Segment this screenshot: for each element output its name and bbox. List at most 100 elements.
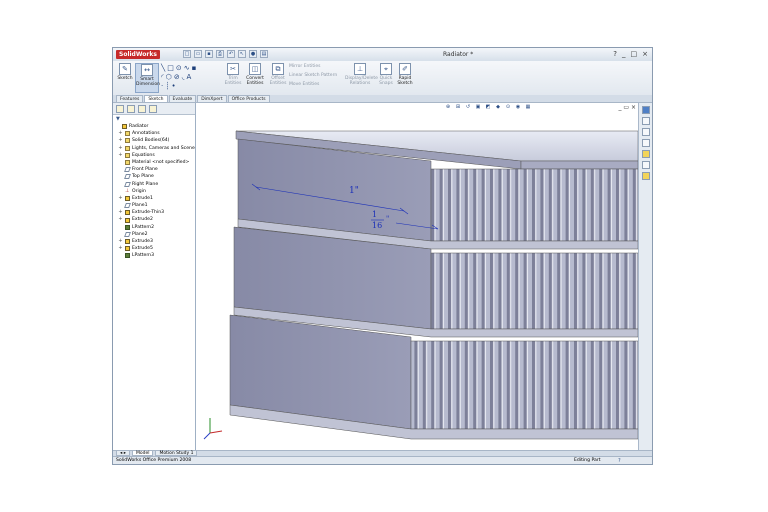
maximize-icon[interactable]: □ xyxy=(631,50,638,58)
help-icon[interactable]: ? xyxy=(613,50,617,58)
smart-dimension-button[interactable]: ↔ Smart Dimension xyxy=(135,63,160,93)
expand-toggle[interactable]: + xyxy=(118,130,123,137)
resources-icon[interactable] xyxy=(642,106,650,114)
undo-icon[interactable]: ↶ xyxy=(227,50,235,58)
construction-icon[interactable]: · xyxy=(161,82,163,91)
feature-tree: Radiator xyxy=(113,123,195,130)
tree-item[interactable]: ⊥ Origin xyxy=(118,188,195,195)
appearances-icon[interactable] xyxy=(642,161,650,169)
property-manager-icon[interactable] xyxy=(127,105,135,113)
expand-toggle[interactable]: + xyxy=(118,145,123,152)
quick-snaps-button[interactable]: ⌖ Quick Snaps xyxy=(378,63,394,86)
trim-icon: ✂ xyxy=(227,63,239,75)
graphics-area[interactable]: ⊕ ⊞ ↺ ▣ ◩ ◆ ⊙ ◉ ▦ _ ▭ × 1" 1 16 " xyxy=(196,103,638,450)
feature-tree-icon[interactable] xyxy=(116,105,124,113)
dimension-label-2-numerator[interactable]: 1 xyxy=(372,210,377,219)
linear-pattern-button[interactable]: Linear Sketch Pattern xyxy=(289,73,337,78)
move-entities-button[interactable]: Move Entities xyxy=(289,82,319,87)
tree-item[interactable]: Right Plane xyxy=(118,181,195,188)
spline-icon[interactable]: ∿ xyxy=(184,64,190,73)
offset-entities-button[interactable]: ⧉ Offset Entities xyxy=(268,63,288,86)
dimension-label-1[interactable]: 1" xyxy=(349,186,359,196)
minimize-icon[interactable]: _ xyxy=(622,50,626,58)
expand-toggle[interactable]: + xyxy=(118,245,123,252)
circle-icon[interactable]: ⊙ xyxy=(176,64,182,73)
quick-snaps-icon: ⌖ xyxy=(380,63,392,75)
search-icon[interactable] xyxy=(642,139,650,147)
tab-sketch[interactable]: Sketch xyxy=(144,95,168,102)
print-icon[interactable]: ⎙ xyxy=(216,50,224,58)
arc-icon[interactable]: ◜ xyxy=(161,73,164,82)
plane-icon xyxy=(124,181,131,187)
expand-toggle[interactable]: + xyxy=(118,195,123,202)
close-icon[interactable]: × xyxy=(642,50,648,58)
tree-item[interactable]: + Extrude2 xyxy=(118,216,195,223)
feature-tree-items: + Annotations + Solid Bodies(64) + Lights, Ca… xyxy=(113,130,195,259)
tree-item[interactable]: Plane2 xyxy=(118,231,195,238)
dimension-label-2-unit[interactable]: " xyxy=(386,215,389,223)
tree-item[interactable]: + Extrude3 xyxy=(118,238,195,245)
dimxpert-manager-icon[interactable] xyxy=(149,105,157,113)
sketch-button[interactable]: ✎ Sketch xyxy=(116,63,134,81)
design-library-icon[interactable] xyxy=(642,117,650,125)
centerline-icon[interactable]: ┊ xyxy=(165,82,169,91)
status-help-icon[interactable]: ? xyxy=(618,458,621,464)
tree-item[interactable]: + Equations xyxy=(118,152,195,159)
display-relations-button[interactable]: ⊥ Display/Delete Relations xyxy=(345,63,378,86)
tree-item-label: LPattern2 xyxy=(132,224,155,230)
tree-item[interactable]: LPattern2 xyxy=(118,224,195,231)
tree-item[interactable]: Material <not specified> xyxy=(118,159,195,166)
rebuild-icon[interactable]: ● xyxy=(249,50,257,58)
rapid-sketch-button[interactable]: ✐ Rapid Sketch xyxy=(397,63,413,86)
tab-evaluate[interactable]: Evaluate xyxy=(168,95,197,102)
task-pane xyxy=(638,103,652,450)
expand-toggle[interactable]: + xyxy=(118,152,123,159)
tab-office-products[interactable]: Office Products xyxy=(227,95,270,102)
open-icon[interactable]: ▭ xyxy=(194,50,202,58)
tree-item-label: Front Plane xyxy=(132,167,158,173)
fillet-icon[interactable]: ◟ xyxy=(182,73,185,82)
expand-toggle[interactable]: + xyxy=(118,216,123,223)
configuration-manager-icon[interactable] xyxy=(138,105,146,113)
expand-toggle[interactable]: + xyxy=(118,238,123,245)
custom-properties-icon[interactable] xyxy=(642,172,650,180)
trim-entities-button[interactable]: ✂ Trim Entities xyxy=(223,63,243,86)
dimension-label-2-denominator[interactable]: 16 xyxy=(372,221,382,230)
tree-root[interactable]: Radiator xyxy=(115,123,195,130)
tab-dimxpert[interactable]: DimXpert xyxy=(197,95,227,102)
save-icon[interactable]: ▪ xyxy=(205,50,213,58)
point-icon[interactable]: ▪ xyxy=(192,64,197,73)
tree-item[interactable]: + Annotations xyxy=(118,130,195,137)
ellipse-icon[interactable]: ⊘ xyxy=(174,73,180,82)
options-icon[interactable]: ▤ xyxy=(260,50,268,58)
convert-icon: ◫ xyxy=(249,63,261,75)
polygon-icon[interactable]: ⬡ xyxy=(166,73,172,82)
tree-item[interactable]: Front Plane xyxy=(118,166,195,173)
annotations-icon xyxy=(125,131,130,137)
lights-icon xyxy=(125,145,130,151)
tree-item[interactable]: Plane1 xyxy=(118,202,195,209)
solidworks-logo[interactable]: SolidWorks xyxy=(116,50,160,59)
tab-features[interactable]: Features xyxy=(116,95,144,102)
file-explorer-icon[interactable] xyxy=(642,128,650,136)
tree-item[interactable]: LPattern3 xyxy=(118,252,195,259)
tree-item[interactable]: + Lights, Cameras and Scene xyxy=(118,145,195,152)
expand-toggle[interactable]: + xyxy=(118,209,123,216)
tree-item[interactable]: Top Plane xyxy=(118,173,195,180)
text-icon[interactable]: A xyxy=(186,73,191,82)
tree-item-label: Top Plane xyxy=(132,174,154,180)
view-palette-icon[interactable] xyxy=(642,150,650,158)
rectangle-icon[interactable]: □ xyxy=(167,64,174,73)
convert-entities-button[interactable]: ◫ Convert Entities xyxy=(244,63,266,86)
expand-toggle[interactable]: + xyxy=(118,137,123,144)
tree-item[interactable]: + Extrude1 xyxy=(118,195,195,202)
new-icon[interactable]: □ xyxy=(183,50,191,58)
line-icon[interactable]: ╲ xyxy=(161,64,165,73)
select-icon[interactable]: ↖ xyxy=(238,50,246,58)
tree-item[interactable]: + Extrude-Thin3 xyxy=(118,209,195,216)
sketch-point-icon[interactable]: • xyxy=(171,82,175,91)
tree-item[interactable]: + Solid Bodies(64) xyxy=(118,137,195,144)
filter-icon[interactable]: ▼ xyxy=(116,116,192,122)
mirror-entities-button[interactable]: Mirror Entities xyxy=(289,64,321,69)
tree-item[interactable]: + Extrude5 xyxy=(118,245,195,252)
